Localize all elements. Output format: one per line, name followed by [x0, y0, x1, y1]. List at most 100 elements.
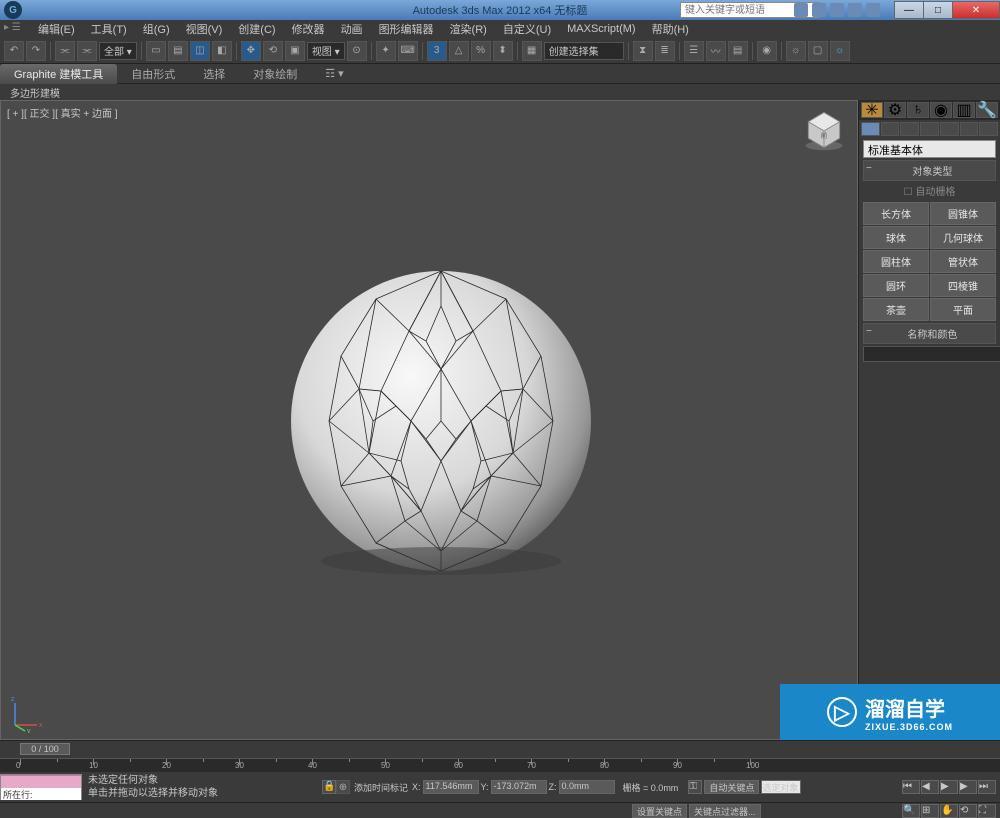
named-selset-icon[interactable]: ▦: [522, 41, 542, 61]
obj-box-button[interactable]: 长方体: [863, 202, 929, 225]
infocenter-icons[interactable]: [794, 3, 880, 17]
minimize-button[interactable]: —: [894, 1, 924, 19]
obj-plane-button[interactable]: 平面: [930, 298, 996, 321]
obj-cylinder-button[interactable]: 圆柱体: [863, 250, 929, 273]
helpers-subtab-icon[interactable]: [940, 122, 959, 136]
menu-modifiers[interactable]: 修改器: [284, 21, 333, 37]
ribbon-tab-graphite[interactable]: Graphite 建模工具: [0, 64, 117, 84]
modify-tab-icon[interactable]: ⚙: [884, 102, 906, 118]
nav-zoomall-icon[interactable]: ⊞: [921, 804, 939, 818]
render-setup-icon[interactable]: ☼: [786, 41, 806, 61]
close-button[interactable]: ✕: [952, 1, 1000, 19]
menu-grapheditors[interactable]: 图形编辑器: [371, 21, 442, 37]
scale-icon[interactable]: ▣: [285, 41, 305, 61]
category-dropdown[interactable]: 标准基本体: [863, 140, 996, 158]
geosphere-object[interactable]: [281, 261, 601, 581]
menu-tools[interactable]: 工具(T): [83, 21, 135, 37]
snap-icon[interactable]: 3: [427, 41, 447, 61]
curve-editor-icon[interactable]: 〰: [706, 41, 726, 61]
quick-access-arrow[interactable]: ▸ ☰: [4, 22, 21, 33]
manipulate-icon[interactable]: ✦: [376, 41, 396, 61]
nav-zoom-icon[interactable]: 🔍: [902, 804, 920, 818]
goto-start-icon[interactable]: ⏮: [902, 780, 920, 794]
maximize-button[interactable]: □: [923, 1, 953, 19]
keyfilter-button[interactable]: 关键点过滤器...: [689, 804, 761, 818]
display-tab-icon[interactable]: ▥: [953, 102, 975, 118]
align-icon[interactable]: ≣: [655, 41, 675, 61]
menu-maxscript[interactable]: MAXScript(M): [559, 23, 643, 35]
autogrid-checkbox[interactable]: ☐ 自动栅格: [863, 181, 996, 200]
window-crossing-icon[interactable]: ◧: [212, 41, 232, 61]
obj-torus-button[interactable]: 圆环: [863, 274, 929, 297]
layers-icon[interactable]: ☰: [684, 41, 704, 61]
obj-pyramid-button[interactable]: 四棱锥: [930, 274, 996, 297]
selection-filter-dropdown[interactable]: 全部 ▾: [99, 42, 137, 60]
object-name-input[interactable]: [863, 346, 1000, 362]
render-icon[interactable]: ☼: [830, 41, 850, 61]
select-icon[interactable]: ▭: [146, 41, 166, 61]
obj-tube-button[interactable]: 管状体: [930, 250, 996, 273]
systems-subtab-icon[interactable]: [979, 122, 998, 136]
menu-edit[interactable]: 编辑(E): [30, 21, 83, 37]
mirror-icon[interactable]: ⧗: [633, 41, 653, 61]
play-icon[interactable]: ▶: [940, 780, 958, 794]
lights-subtab-icon[interactable]: [900, 122, 919, 136]
rollout-object-type[interactable]: −对象类型: [863, 160, 996, 181]
rollout-name-color[interactable]: −名称和颜色: [863, 323, 996, 344]
key-mode-icon[interactable]: ⚿: [688, 780, 702, 794]
rotate-icon[interactable]: ⟲: [263, 41, 283, 61]
motion-tab-icon[interactable]: ◉: [930, 102, 952, 118]
nav-pan-icon[interactable]: ✋: [940, 804, 958, 818]
undo-icon[interactable]: ↶: [4, 41, 24, 61]
menu-customize[interactable]: 自定义(U): [495, 21, 559, 37]
time-slider-thumb[interactable]: 0 / 100: [20, 743, 70, 755]
keyboard-shortcut-icon[interactable]: ⌨: [398, 41, 418, 61]
menu-rendering[interactable]: 渲染(R): [442, 21, 495, 37]
link-icon[interactable]: ⫘: [55, 41, 75, 61]
utilities-tab-icon[interactable]: 🔧: [976, 102, 998, 118]
material-editor-icon[interactable]: ◉: [757, 41, 777, 61]
menu-help[interactable]: 帮助(H): [644, 21, 697, 37]
viewport[interactable]: [ + ][ 正交 ][ 真实 + 边面 ] 前: [0, 100, 858, 740]
nav-orbit-icon[interactable]: ⟲: [959, 804, 977, 818]
autokey-button[interactable]: 自动关键点: [704, 780, 759, 794]
refcoord-dropdown[interactable]: 视图 ▾: [307, 42, 345, 60]
add-time-tag[interactable]: 添加时间标记: [354, 781, 408, 794]
menu-animation[interactable]: 动画: [333, 21, 371, 37]
percent-snap-icon[interactable]: %: [471, 41, 491, 61]
coord-x-input[interactable]: 117.546mm: [423, 780, 479, 794]
ribbon-expand-icon[interactable]: ☶ ▾: [311, 65, 357, 82]
rendered-frame-icon[interactable]: ▢: [808, 41, 828, 61]
angle-snap-icon[interactable]: △: [449, 41, 469, 61]
lock-selection-icon[interactable]: 🔒: [322, 780, 336, 794]
geometry-subtab-icon[interactable]: [861, 122, 880, 136]
redo-icon[interactable]: ↷: [26, 41, 46, 61]
cameras-subtab-icon[interactable]: [920, 122, 939, 136]
spacewarps-subtab-icon[interactable]: [960, 122, 979, 136]
unlink-icon[interactable]: ⫘: [77, 41, 97, 61]
spinner-snap-icon[interactable]: ⬍: [493, 41, 513, 61]
pivot-icon[interactable]: ⊙: [347, 41, 367, 61]
menu-create[interactable]: 创建(C): [230, 21, 283, 37]
maxscript-listener[interactable]: 所在行:: [0, 774, 82, 800]
menu-group[interactable]: 组(G): [135, 21, 178, 37]
obj-sphere-button[interactable]: 球体: [863, 226, 929, 249]
obj-cone-button[interactable]: 圆锥体: [930, 202, 996, 225]
named-selset-dropdown[interactable]: 创建选择集: [544, 42, 624, 60]
move-icon[interactable]: ✥: [241, 41, 261, 61]
time-ruler[interactable]: // ticks placed via JS-less static spans…: [0, 758, 1000, 772]
coord-y-input[interactable]: -173.072m: [491, 780, 547, 794]
viewcube-icon[interactable]: 前: [801, 107, 847, 153]
obj-teapot-button[interactable]: 茶壶: [863, 298, 929, 321]
create-tab-icon[interactable]: ✳: [861, 102, 883, 118]
hierarchy-tab-icon[interactable]: ♄: [907, 102, 929, 118]
ribbon-tab-selection[interactable]: 选择: [189, 64, 239, 84]
schematic-icon[interactable]: ▤: [728, 41, 748, 61]
coord-z-input[interactable]: 0.0mm: [559, 780, 615, 794]
nav-max-icon[interactable]: ⛶: [978, 804, 996, 818]
ribbon-panel-label[interactable]: 多边形建模: [0, 84, 1000, 100]
keyfilter-selset[interactable]: 选定对象: [761, 780, 801, 794]
goto-end-icon[interactable]: ⏭: [978, 780, 996, 794]
shapes-subtab-icon[interactable]: [881, 122, 900, 136]
viewport-label[interactable]: [ + ][ 正交 ][ 真实 + 边面 ]: [7, 105, 118, 120]
